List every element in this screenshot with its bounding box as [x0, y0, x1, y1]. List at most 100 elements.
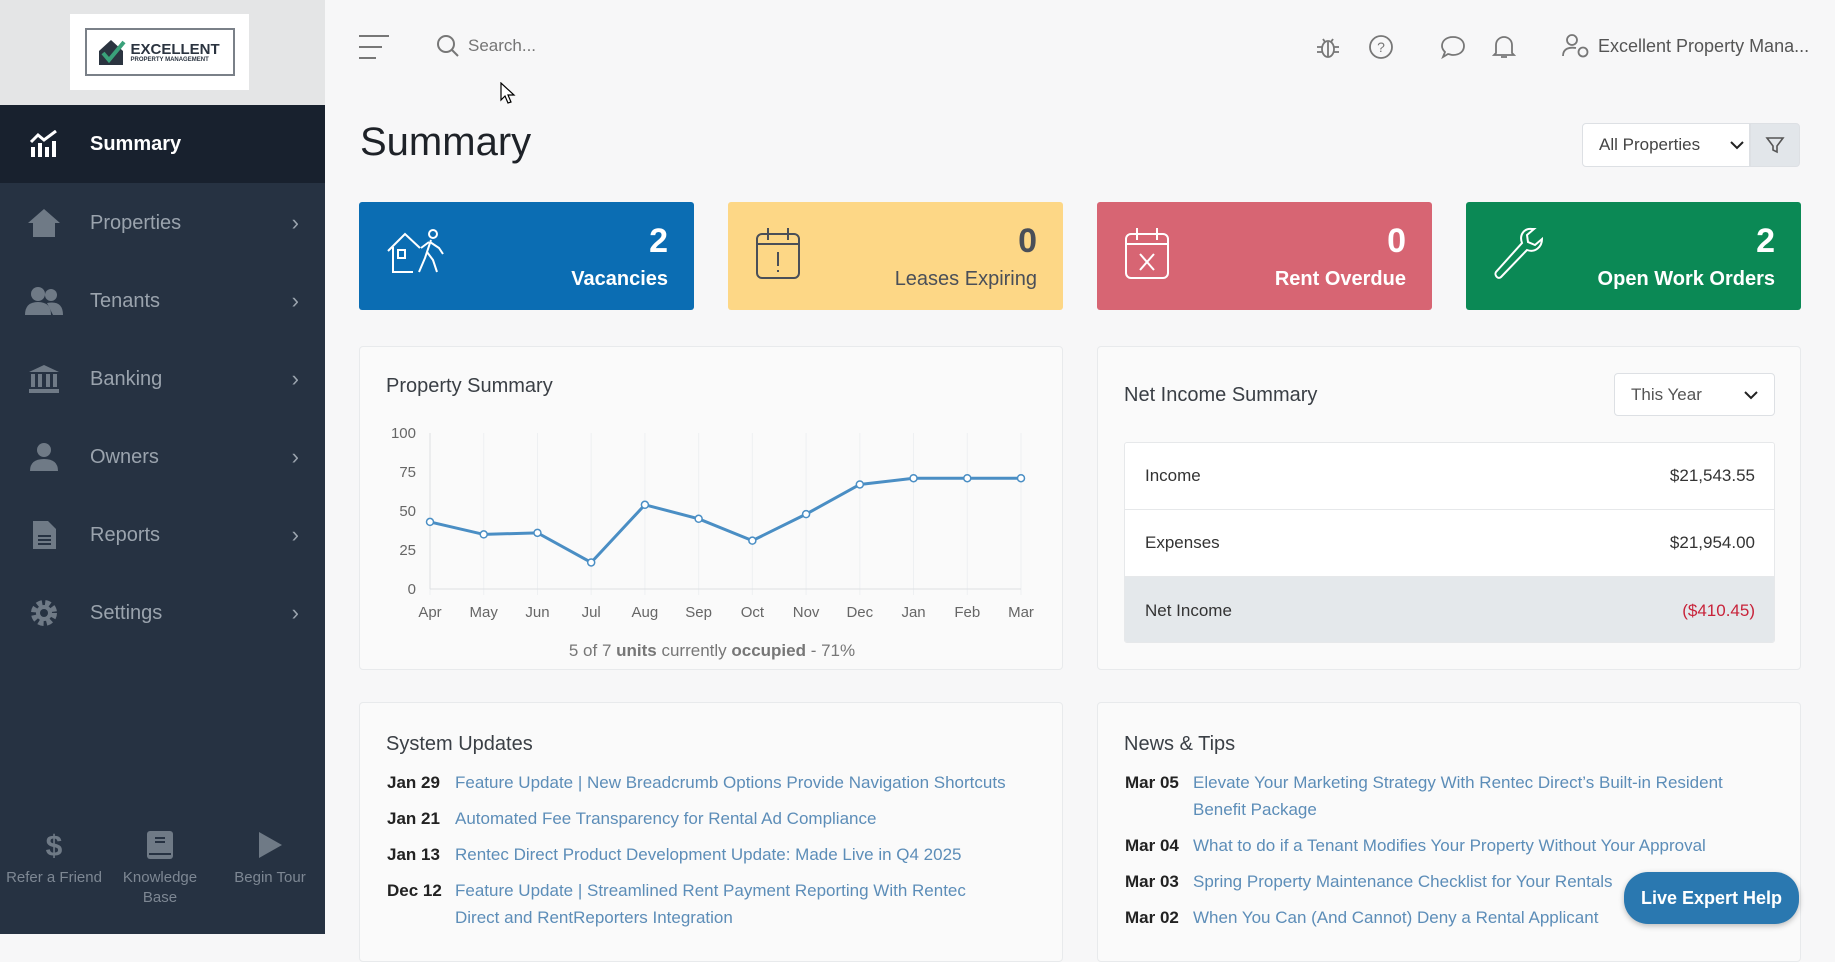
- book-icon: [147, 831, 173, 859]
- refer-friend-button[interactable]: $ Refer a Friend: [0, 830, 108, 888]
- data-point: [479, 530, 488, 539]
- x-tick-label: Jun: [525, 604, 549, 621]
- row-value: $21,543.55: [1669, 466, 1755, 485]
- x-tick-label: Nov: [793, 604, 820, 621]
- list-item: Jan 13 Rentec Direct Product Development …: [387, 841, 1037, 868]
- bug-icon[interactable]: [1316, 34, 1340, 60]
- row-label: Net Income: [1145, 600, 1232, 620]
- list-item: Mar 05 Elevate Your Marketing Strategy Wi…: [1125, 769, 1725, 823]
- sidebar-item-tenants[interactable]: Tenants ›: [0, 262, 325, 340]
- y-tick-label: 0: [408, 581, 416, 598]
- data-point: [1016, 473, 1026, 483]
- y-tick-label: 100: [391, 425, 416, 442]
- list-item: Jan 29 Feature Update | New Breadcrumb Op…: [387, 769, 1037, 796]
- property-summary-panel: Property Summary Apr May Jun Jul Aug Sep Oct No…: [359, 346, 1063, 670]
- sidebar-item-properties[interactable]: Properties ›: [0, 184, 325, 262]
- sidebar-item-label: Owners: [90, 445, 159, 468]
- x-tick-label: Aug: [632, 604, 659, 621]
- occupancy-count: 5 of 7: [568, 641, 617, 660]
- search-input[interactable]: [468, 36, 688, 56]
- period-select[interactable]: This Year: [1614, 373, 1775, 416]
- document-icon: [24, 520, 64, 550]
- sidebar-item-owners[interactable]: Owners ›: [0, 418, 325, 496]
- item-link[interactable]: Feature Update | Streamlined Rent Paymen…: [455, 877, 987, 931]
- logo-house-icon: [98, 40, 126, 65]
- item-link[interactable]: When You Can (And Cannot) Deny a Rental …: [1193, 904, 1598, 931]
- footer-label: Knowledge Base: [122, 869, 198, 906]
- card-value: 2: [1756, 222, 1775, 260]
- card-value: 0: [1018, 222, 1037, 260]
- item-link[interactable]: Feature Update | New Breadcrumb Options …: [455, 769, 1006, 796]
- knowledge-base-button[interactable]: Knowledge Base: [106, 830, 214, 908]
- data-point: [909, 473, 918, 483]
- item-date: Mar 04: [1125, 836, 1179, 855]
- search-icon: [437, 35, 459, 57]
- chevron-right-icon: ›: [291, 210, 299, 235]
- chevron-down-icon: [1744, 390, 1758, 399]
- data-point: [855, 480, 865, 489]
- occupancy-units: units: [616, 641, 657, 660]
- list-item: Dec 12 Feature Update | Streamlined Rent …: [387, 877, 987, 931]
- chevron-right-icon: ›: [291, 600, 299, 625]
- sidebar-item-settings[interactable]: Settings ›: [0, 574, 325, 652]
- row-label: Expenses: [1145, 533, 1220, 552]
- sidebar-item-label: Summary: [90, 132, 182, 155]
- chart-icon: [24, 130, 64, 158]
- y-tick-label: 50: [399, 503, 416, 520]
- house-walking-icon: [387, 229, 444, 273]
- sidebar-item-reports[interactable]: Reports ›: [0, 496, 325, 574]
- owner-icon: [24, 442, 64, 472]
- item-date: Dec 12: [387, 881, 442, 900]
- card-value: 2: [649, 222, 668, 260]
- begin-tour-button[interactable]: Begin Tour: [216, 830, 324, 888]
- table-row: Income $21,543.55: [1125, 443, 1774, 510]
- bell-icon[interactable]: [1492, 34, 1516, 60]
- x-tick-label: Sep: [685, 604, 712, 621]
- filter-button[interactable]: [1750, 123, 1800, 167]
- item-link[interactable]: Spring Property Maintenance Checklist fo…: [1193, 868, 1613, 895]
- card-label: Leases Expiring: [894, 268, 1037, 290]
- open-work-orders-card[interactable]: 2 Open Work Orders: [1466, 202, 1801, 310]
- dollar-icon: $: [46, 830, 63, 860]
- occupancy-percent: - 71%: [806, 641, 856, 660]
- x-tick-label: Mar: [1008, 604, 1034, 621]
- chevron-right-icon: ›: [291, 288, 299, 313]
- row-value: $21,954.00: [1669, 533, 1755, 552]
- user-menu[interactable]: Excellent Property Mana...: [1562, 33, 1809, 59]
- x-tick-label: Feb: [954, 604, 980, 621]
- net-income-table: Income $21,543.55 Expenses $21,954.00 Net …: [1124, 442, 1775, 643]
- data-point: [801, 509, 811, 519]
- leases-expiring-card[interactable]: 0 Leases Expiring: [728, 202, 1063, 310]
- item-link[interactable]: What to do if a Tenant Modifies Your Pro…: [1193, 832, 1706, 859]
- system-updates-panel: System Updates Jan 29 Feature Update | Ne…: [359, 702, 1063, 962]
- chevron-down-icon: [1730, 141, 1744, 150]
- help-icon[interactable]: ?: [1368, 34, 1394, 60]
- chevron-right-icon: ›: [291, 366, 299, 391]
- panel-title: System Updates: [386, 733, 533, 755]
- item-link[interactable]: Elevate Your Marketing Strategy With Ren…: [1193, 769, 1725, 823]
- item-link[interactable]: Automated Fee Transparency for Rental Ad…: [455, 805, 876, 832]
- y-tick-label: 25: [399, 542, 416, 559]
- item-date: Jan 13: [387, 845, 440, 864]
- chevron-right-icon: ›: [291, 522, 299, 547]
- sidebar-item-banking[interactable]: Banking ›: [0, 340, 325, 418]
- chat-icon[interactable]: [1440, 34, 1466, 60]
- occupancy-text: currently: [656, 641, 732, 660]
- user-settings-icon: [1562, 34, 1589, 58]
- live-expert-help-button[interactable]: Live Expert Help: [1624, 872, 1799, 924]
- data-point: [748, 536, 757, 545]
- svg-text:?: ?: [1377, 39, 1385, 55]
- x-tick-label: Jan: [901, 604, 925, 621]
- x-tick-label: Dec: [846, 604, 873, 621]
- item-date: Jan 29: [387, 773, 440, 792]
- property-filter-select[interactable]: All Properties: [1582, 123, 1750, 167]
- sidebar-item-summary[interactable]: Summary: [0, 105, 325, 183]
- item-link[interactable]: Rentec Direct Product Development Update…: [455, 841, 962, 868]
- company-logo[interactable]: EXCELLENT PROPERTY MANAGEMENT: [70, 14, 249, 90]
- vacancies-card[interactable]: 2 Vacancies: [359, 202, 694, 310]
- card-label: Vacancies: [571, 268, 668, 290]
- rent-overdue-card[interactable]: 0 Rent Overdue: [1097, 202, 1432, 310]
- search-bar[interactable]: [436, 34, 688, 58]
- hamburger-menu-icon[interactable]: [358, 34, 390, 60]
- item-date: Mar 02: [1125, 908, 1179, 927]
